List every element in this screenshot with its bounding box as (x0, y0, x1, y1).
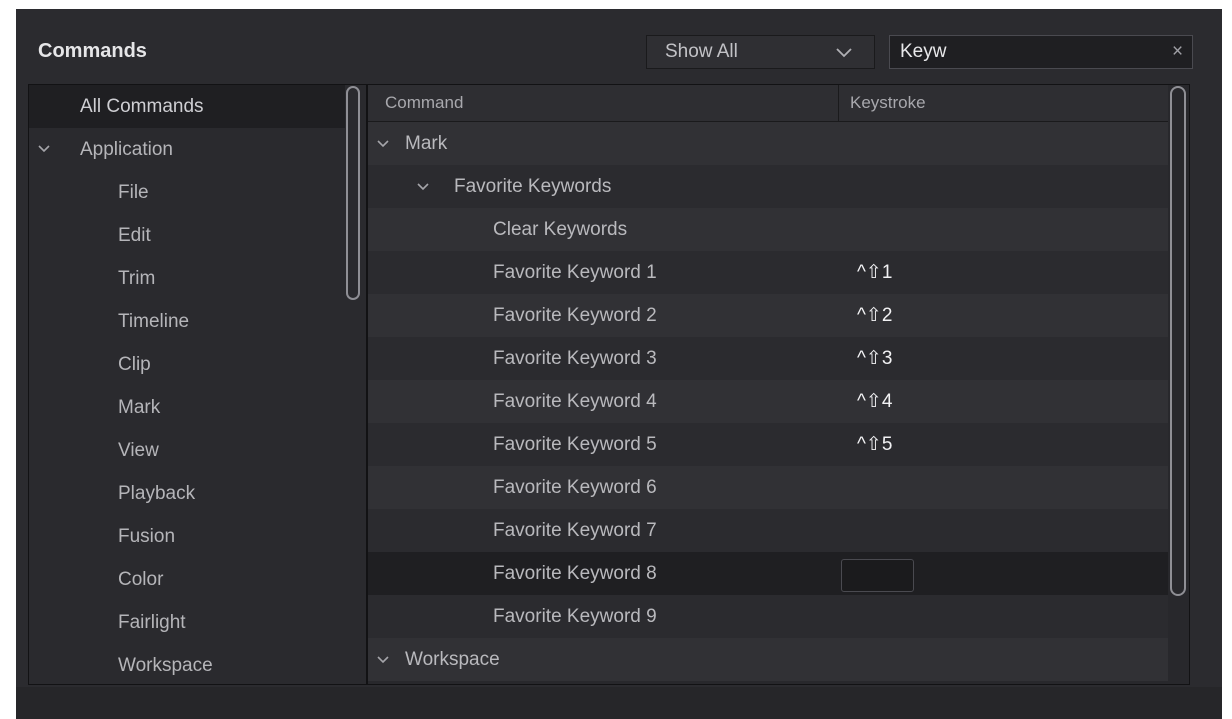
sidebar-item-label: Application (80, 139, 173, 160)
sidebar-item[interactable]: Application (29, 128, 345, 171)
sidebar-item[interactable]: Workspace (29, 644, 345, 684)
command-name: Favorite Keyword 6 (493, 477, 657, 498)
command-name: Favorite Keywords (454, 176, 612, 197)
table-row[interactable]: Favorite Keyword 6 (368, 466, 1168, 509)
table-row[interactable]: Favorite Keyword 3 ^⇧3 (368, 337, 1168, 380)
sidebar-item[interactable]: Fairlight (29, 601, 345, 644)
sidebar-item-label: Playback (118, 483, 196, 504)
command-name: Favorite Keyword 7 (493, 520, 657, 541)
sidebar-item[interactable]: View (29, 429, 345, 472)
sidebar-item[interactable]: Mark (29, 386, 345, 429)
column-header-keystroke[interactable]: Keystroke (850, 93, 926, 113)
sidebar-item-label: Fairlight (118, 612, 186, 633)
filter-dropdown[interactable]: Show All (646, 35, 875, 69)
sidebar-item-label: File (118, 182, 149, 203)
bottom-bar (16, 687, 1222, 719)
keystroke-value: ^⇧4 (857, 391, 893, 412)
search-input[interactable]: Keyw × (889, 35, 1193, 69)
column-header-command[interactable]: Command (385, 93, 463, 113)
chevron-down-icon[interactable] (416, 180, 430, 194)
keystroke-value: ^⇧2 (857, 305, 893, 326)
keystroke-value: ^⇧5 (857, 434, 893, 455)
keystroke-value: ^⇧1 (857, 262, 893, 283)
sidebar-item[interactable]: Color (29, 558, 345, 601)
window-top-edge (0, 0, 1232, 9)
window-left-edge (0, 0, 16, 719)
commands-table: Command Keystroke Mark Favorite Keywords C… (368, 84, 1190, 685)
sidebar-item-label: All Commands (80, 96, 204, 117)
window-right-edge (1222, 0, 1232, 719)
sidebar-item-label: Timeline (118, 311, 190, 332)
table-row[interactable]: Favorite Keyword 5 ^⇧5 (368, 423, 1168, 466)
table-row[interactable]: Workspace (368, 638, 1168, 681)
sidebar-item[interactable]: All Commands (29, 85, 345, 128)
sidebar-item[interactable]: Clip (29, 343, 345, 386)
chevron-down-icon (836, 48, 852, 58)
table-row[interactable]: Favorite Keyword 9 (368, 595, 1168, 638)
sidebar-item[interactable]: Trim (29, 257, 345, 300)
chevron-down-icon[interactable] (376, 653, 390, 667)
sidebar-scrollbar[interactable] (346, 86, 360, 300)
panel-title: Commands (38, 40, 147, 62)
keystroke-value: ^⇧3 (857, 348, 893, 369)
table-row[interactable]: Mark (368, 122, 1168, 165)
table-scrollbar[interactable] (1170, 86, 1186, 596)
sidebar-item[interactable]: File (29, 171, 345, 214)
sidebar-item-label: Mark (118, 397, 161, 418)
chevron-down-icon[interactable] (376, 137, 390, 151)
table-row[interactable]: Favorite Keyword 4 ^⇧4 (368, 380, 1168, 423)
sidebar-item-label: View (118, 440, 159, 461)
command-name: Favorite Keyword 8 (493, 563, 657, 584)
clear-search-icon[interactable]: × (1172, 41, 1186, 63)
chevron-down-icon[interactable] (37, 142, 51, 156)
sidebar-item-label: Edit (118, 225, 151, 246)
table-row[interactable]: Favorite Keyword 8 (368, 552, 1168, 595)
table-row[interactable]: Favorite Keyword 7 (368, 509, 1168, 552)
sidebar-item-label: Workspace (118, 655, 213, 676)
table-header: Command Keystroke (368, 85, 1168, 122)
sidebar-item-label: Clip (118, 354, 151, 375)
table-row[interactable]: Favorite Keyword 1 ^⇧1 (368, 251, 1168, 294)
sidebar-item[interactable]: Edit (29, 214, 345, 257)
command-name: Favorite Keyword 9 (493, 606, 657, 627)
command-name: Clear Keywords (493, 219, 628, 240)
command-name: Favorite Keyword 4 (493, 391, 657, 412)
sidebar-item[interactable]: Fusion (29, 515, 345, 558)
command-name: Favorite Keyword 3 (493, 348, 657, 369)
sidebar-item-label: Fusion (118, 526, 176, 547)
command-category-sidebar: Workspace Fairlight Color Fusion Playback Vie… (28, 84, 366, 685)
search-input-value: Keyw (900, 41, 947, 62)
command-name: Favorite Keyword 2 (493, 305, 657, 326)
filter-dropdown-value: Show All (665, 41, 738, 62)
command-name: Mark (405, 133, 448, 154)
table-row[interactable]: Favorite Keyword 2 ^⇧2 (368, 294, 1168, 337)
column-separator[interactable] (838, 85, 839, 121)
keystroke-input[interactable] (841, 559, 914, 592)
sidebar-item-label: Color (118, 569, 164, 590)
sidebar-item-label: Trim (118, 268, 156, 289)
command-name: Favorite Keyword 1 (493, 262, 657, 283)
command-name: Favorite Keyword 5 (493, 434, 657, 455)
command-name: Workspace (405, 649, 500, 670)
table-row[interactable]: Favorite Keywords (368, 165, 1168, 208)
sidebar-item[interactable]: Timeline (29, 300, 345, 343)
sidebar-item[interactable]: Playback (29, 472, 345, 515)
table-row[interactable]: Clear Keywords (368, 208, 1168, 251)
